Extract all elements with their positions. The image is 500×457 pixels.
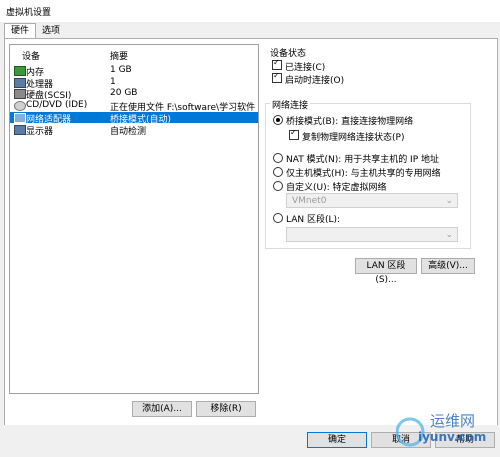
add-button[interactable]: 添加(A)...: [132, 401, 192, 417]
cd-dvd-icon: [14, 101, 26, 111]
device-row-harddisk[interactable]: 硬盘(SCSI) 20 GB: [10, 88, 258, 101]
device-summary: 20 GB: [110, 88, 138, 98]
processor-icon: [14, 78, 26, 88]
chevron-down-icon: ⌄: [445, 230, 453, 240]
device-column-header[interactable]: 设备: [22, 49, 40, 62]
bridged-label[interactable]: 桥接模式(B): 直接连接物理网络: [286, 114, 413, 127]
tab-options[interactable]: 选项: [36, 24, 66, 38]
connect-at-power-on-checkbox[interactable]: [272, 71, 282, 83]
device-summary: 自动检测: [110, 127, 147, 137]
device-list-header: 设备 摘要: [10, 47, 258, 62]
lan-segment-radio[interactable]: [273, 213, 283, 223]
device-row-display[interactable]: 显示器 自动检测: [10, 124, 258, 137]
bridged-radio[interactable]: [273, 115, 283, 125]
host-only-radio[interactable]: [273, 167, 283, 177]
display-icon: [14, 125, 26, 135]
nat-label[interactable]: NAT 模式(N): 用于共享主机的 IP 地址: [286, 152, 439, 165]
device-name: 显示器: [26, 127, 54, 137]
device-row-cd-dvd[interactable]: CD/DVD (IDE) 正在使用文件 F:\software\学习软件...: [10, 100, 258, 113]
device-summary: 1 GB: [110, 65, 132, 75]
host-only-label[interactable]: 仅主机模式(H): 与主机共享的专用网络: [286, 166, 441, 179]
watermark-url: iyunv.com: [418, 430, 487, 444]
custom-radio[interactable]: [273, 181, 283, 191]
memory-icon: [14, 66, 26, 76]
connected-label[interactable]: 已连接(C): [285, 60, 325, 73]
tab-strip: 硬件 选项: [0, 22, 500, 39]
device-summary: 1: [110, 77, 116, 87]
watermark-text: 运维网: [430, 412, 476, 430]
device-name: CD/DVD (IDE): [26, 100, 88, 110]
custom-network-value: VMnet0: [292, 196, 327, 206]
lan-segment-select[interactable]: ⌄: [286, 227, 458, 242]
summary-column-header[interactable]: 摘要: [110, 49, 128, 62]
tab-hardware[interactable]: 硬件: [4, 23, 37, 39]
replicate-state-label[interactable]: 复制物理网络连接状态(P): [302, 130, 404, 143]
custom-network-select[interactable]: VMnet0 ⌄: [286, 193, 458, 208]
remove-button[interactable]: 移除(R): [196, 401, 256, 417]
window-title: 虚拟机设置: [6, 8, 52, 18]
watermark: 运维网 iyunv.com: [395, 402, 500, 454]
nat-radio[interactable]: [273, 153, 283, 163]
device-row-network-adapter[interactable]: 网络适配器 桥接模式(自动): [10, 112, 258, 125]
lan-segments-button[interactable]: LAN 区段(S)...: [355, 258, 417, 285]
device-row-memory[interactable]: 内存 1 GB: [10, 65, 258, 78]
network-connection-title: 网络连接: [270, 98, 311, 111]
replicate-state-checkbox[interactable]: [289, 128, 299, 140]
connect-at-power-on-label[interactable]: 启动时连接(O): [285, 73, 344, 86]
title-bar: 虚拟机设置: [0, 0, 500, 22]
lan-segment-label[interactable]: LAN 区段(L):: [286, 212, 340, 225]
connected-checkbox[interactable]: [272, 58, 282, 70]
ok-button[interactable]: 确定: [307, 432, 367, 448]
custom-label[interactable]: 自定义(U): 特定虚拟网络: [286, 180, 387, 193]
device-list[interactable]: 设备 摘要 内存 1 GB 处理器 1 硬盘(SCSI) 20 GB CD/DV…: [9, 44, 259, 394]
network-adapter-icon: [14, 113, 26, 123]
harddisk-icon: [14, 89, 26, 99]
chevron-down-icon: ⌄: [445, 196, 453, 206]
advanced-button[interactable]: 高级(V)...: [421, 258, 475, 274]
device-row-processor[interactable]: 处理器 1: [10, 77, 258, 90]
